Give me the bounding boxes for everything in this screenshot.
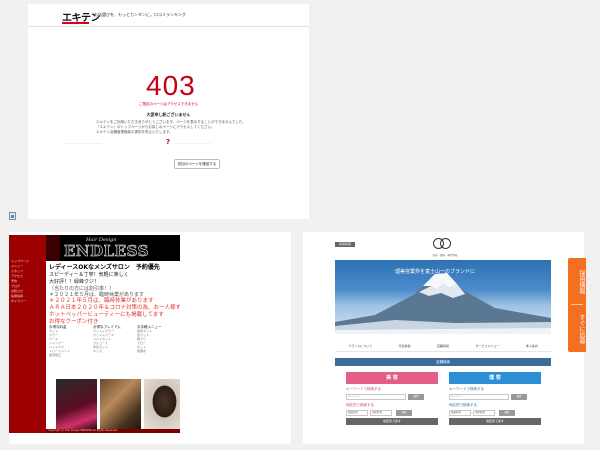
area-label: 地区別で検索する xyxy=(346,403,374,407)
salon-photo-hair-product[interactable] xyxy=(56,379,97,429)
previous-page-button[interactable]: 前回のページを確認する xyxy=(174,159,220,169)
banner-caption: Photo: Mt.Fuji xyxy=(530,329,547,332)
header-accent xyxy=(46,235,60,261)
fuji-nav-item[interactable]: 代表挨拶 xyxy=(399,344,411,348)
blurred-text-left: …………………………………… xyxy=(64,141,102,145)
area-label: 地区別で検索する xyxy=(449,403,477,407)
broken-image-icon xyxy=(9,212,16,220)
barber-search-panel: 理 容 キーワードで検索する キーワード 検索 地区別で検索する 都道府県 市区… xyxy=(449,372,541,444)
fuji-nav: ブランドについて 代表挨拶 店舗情報 サービスメニュー 求人案内 xyxy=(335,340,551,352)
salon-photo-hairstyle[interactable] xyxy=(144,379,180,429)
logo-subtext: 美容・理容・専門学校 xyxy=(432,254,458,257)
error-message-3: エキテン店舗管理機能の提供を停止いたします。 xyxy=(96,130,173,134)
salon-copy-line: 大好評！！緑峰クジ！ xyxy=(49,279,100,285)
side-tab-divider xyxy=(571,304,583,305)
prefecture-select[interactable]: 都道府県 xyxy=(346,410,368,416)
city-select[interactable]: 市区町村 xyxy=(370,410,392,416)
area-row: 都道府県 市区町村 検索 xyxy=(346,410,438,416)
keyword-search-button[interactable]: 検索 xyxy=(408,394,424,400)
error-code: 403 xyxy=(146,70,196,101)
barber-heading: 理 容 xyxy=(449,372,541,384)
rings-logo-icon[interactable] xyxy=(431,237,453,251)
salon-brand-logo[interactable]: ENDLESS xyxy=(64,242,149,261)
store-search-bar: 店舗検索 xyxy=(335,358,551,366)
keyword-row: キーワード 検索 xyxy=(346,394,438,400)
salon-nav-item[interactable]: ギャラリー xyxy=(11,299,44,304)
salon-page: トップページ メニュー スタッフ アクセス 予約 ブログ お知らせ 採用情報 ギ… xyxy=(9,235,180,433)
site-tagline: お店選びを、もっとカンタンに。口コミランキング xyxy=(94,12,186,17)
error-message-2: 「エキテン」のトップページからお探しのページにアクセスしてください。 xyxy=(96,125,215,129)
salon-title: レディースOKなメンズサロン 予約優先 xyxy=(49,264,160,271)
error-heading: 大変申し訳ございません xyxy=(146,112,191,117)
menu-column: お得な料金 カット カラー パーマ シャンプー ヘッドスパ トリートメント 縮毛… xyxy=(49,325,89,381)
apply-now-side-tab[interactable]: すぐに応募 xyxy=(568,308,586,350)
salon-sidebar: トップページ メニュー スタッフ アクセス 予約 ブログ お知らせ 採用情報 ギ… xyxy=(9,235,46,433)
keyword-search-button[interactable]: 検索 xyxy=(511,394,527,400)
menu-item: 縮毛矯正 xyxy=(49,353,62,357)
menu-column: お得なプレミアム カット＋カラー カット＋パーマ スパ＋カット フルコース 学生… xyxy=(93,325,133,381)
mount-fuji-banner: 理美容業界を富士山一のブランドに Photo: Mt.Fuji xyxy=(335,260,551,334)
salon-footer: Copyright (c) Hair Design ENDLESS All Ri… xyxy=(46,429,180,433)
site-header: エキテン お店選びを、もっとカンタンに。口コミランキング xyxy=(28,4,309,27)
menu-item: 炭酸泉 xyxy=(137,349,147,353)
fuji-nav-item[interactable]: 求人案内 xyxy=(526,344,538,348)
blurred-text-right: …………………………………… xyxy=(174,141,212,145)
recruit-tag[interactable]: 採用情報 xyxy=(335,242,355,247)
menu-column: お手軽メニュー 前髪カット 眉カット 顔そり ブロー セット 炭酸泉 xyxy=(137,325,177,381)
area-row: 都道府県 市区町村 検索 xyxy=(449,410,541,416)
menu-item: キッズ xyxy=(93,349,103,353)
keyword-label: キーワードで検索する xyxy=(346,387,381,391)
error-403-panel: エキテン お店選びを、もっとカンタンに。口コミランキング 403 ご指定のページ… xyxy=(28,4,309,219)
banner-slogan: 理美容業界を富士山一のブランドに xyxy=(395,269,476,275)
area-submit-button[interactable]: 地区別で探す xyxy=(346,418,438,425)
keyword-input[interactable]: キーワード xyxy=(346,394,406,400)
error-subtitle: ご指定のページはアクセスできません xyxy=(138,102,199,106)
logo-ring-right xyxy=(440,238,451,249)
salon-copy-line: スピーディー＆丁寧！気軽に楽しく xyxy=(49,272,129,278)
fuji-nav-item[interactable]: 店舗情報 xyxy=(437,344,449,348)
salon-copyright: Copyright (c) Hair Design ENDLESS All Ri… xyxy=(48,429,118,432)
salon-notice-line: お得なクーポン付き xyxy=(49,319,99,325)
keyword-row: キーワード 検索 xyxy=(449,394,541,400)
keyword-input[interactable]: キーワード xyxy=(449,394,509,400)
question-mark-icon: ? xyxy=(166,138,171,146)
keyword-label: キーワードで検索する xyxy=(449,387,484,391)
logo-underline xyxy=(62,22,89,24)
beauty-heading: 美 容 xyxy=(346,372,438,384)
fuji-nav-item[interactable]: ブランドについて xyxy=(348,344,372,348)
area-search-button[interactable]: 検索 xyxy=(396,410,412,416)
salon-nav-list: トップページ メニュー スタッフ アクセス 予約 ブログ お知らせ 採用情報 ギ… xyxy=(11,259,44,304)
salon-header: Hair Design ENDLESS xyxy=(46,235,180,261)
prefecture-select[interactable]: 都道府県 xyxy=(449,410,471,416)
area-search-button[interactable]: 検索 xyxy=(499,410,515,416)
area-submit-button[interactable]: 地区別で探す xyxy=(449,418,541,425)
side-floating-tabs: 採用情報 すぐに応募 xyxy=(568,258,586,352)
recruit-side-tab[interactable]: 採用情報 xyxy=(568,262,586,302)
fuji-site-panel: 採用情報 美容・理容・専門学校 理美容業界を富士山一のブランドに Photo: … xyxy=(303,232,584,444)
fuji-nav-item[interactable]: サービスメニュー xyxy=(475,344,499,348)
error-message-1: エキテンをご利用いただきありがとうございます。ページを表示することができませんで… xyxy=(96,120,246,124)
city-select[interactable]: 市区町村 xyxy=(473,410,495,416)
beauty-search-panel: 美 容 キーワードで検索する キーワード 検索 地区別で検索する 都道府県 市区… xyxy=(346,372,438,444)
salon-photo-interior[interactable] xyxy=(100,379,141,429)
salon-site-panel: トップページ メニュー スタッフ アクセス 予約 ブログ お知らせ 採用情報 ギ… xyxy=(9,232,291,444)
